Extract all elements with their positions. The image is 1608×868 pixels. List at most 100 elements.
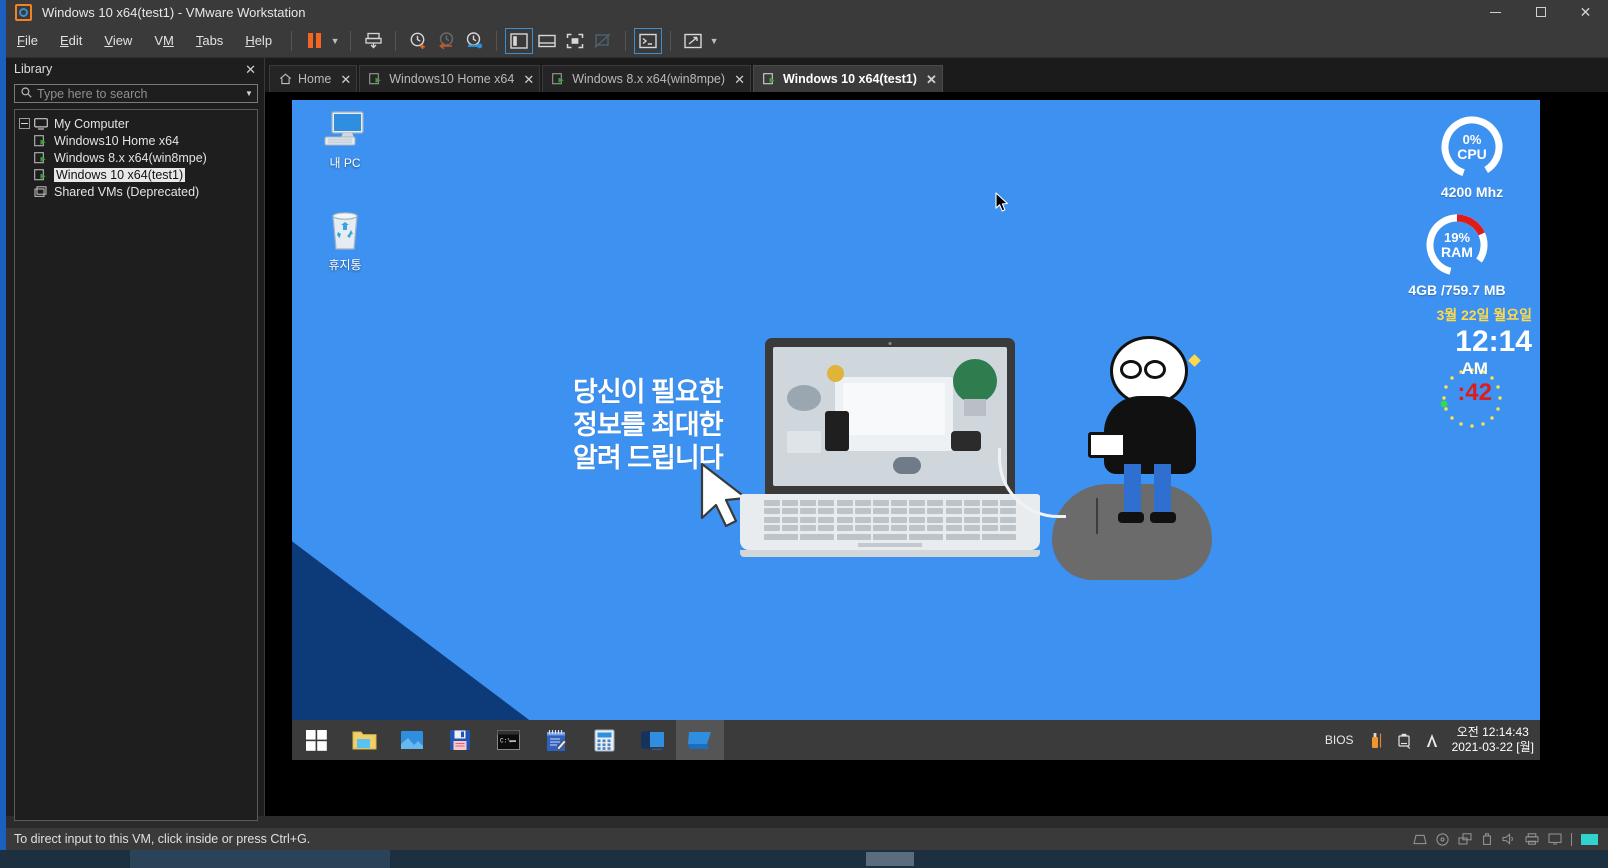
- cpu-name-label: CPU: [1457, 146, 1487, 162]
- tab-home[interactable]: Home ✕: [269, 65, 358, 92]
- tab-label: Home: [298, 72, 332, 86]
- show-thumbnail-bar-button[interactable]: [533, 28, 561, 54]
- send-ctrl-alt-del-button[interactable]: [359, 28, 387, 54]
- sound-icon[interactable]: [1502, 833, 1516, 845]
- taskbar-calculator[interactable]: [580, 720, 628, 760]
- suspend-button[interactable]: [300, 28, 328, 54]
- tab-close-button[interactable]: ✕: [926, 73, 937, 86]
- taskbar-file-explorer[interactable]: [340, 720, 388, 760]
- taskbar-remote-desktop[interactable]: [628, 720, 676, 760]
- chevron-down-icon: ▼: [709, 35, 719, 46]
- display-icon[interactable]: [1548, 833, 1562, 845]
- search-dropdown-button[interactable]: ▼: [241, 89, 257, 98]
- full-screen-button[interactable]: [561, 28, 589, 54]
- guest-taskbar: C:\ BIOS 오전 12:14:43 2021-03-22 [월]: [292, 720, 1540, 760]
- printer-icon[interactable]: [1525, 833, 1539, 845]
- taskbar-command-prompt[interactable]: C:\: [484, 720, 532, 760]
- tree-item-shared-vms[interactable]: Shared VMs (Deprecated): [19, 183, 253, 200]
- tree-item-windows10-home-x64[interactable]: Windows10 Home x64: [19, 132, 253, 149]
- network-icon[interactable]: [1458, 833, 1472, 845]
- ram-gadget[interactable]: 19% RAM 4GB /759.7 MB: [1382, 212, 1532, 298]
- console-view-button[interactable]: [634, 27, 663, 54]
- vm-console-viewport[interactable]: 당신이 필요한 정보를 최대한 알려 드립니다 내 PC 휴지통 0% CPU …: [265, 92, 1608, 816]
- tree-label: Windows 8.x x64(win8mpe): [54, 150, 207, 165]
- desktop-icon-recycle-bin[interactable]: 휴지통: [310, 210, 380, 273]
- notepad-icon: [547, 729, 567, 751]
- menu-tabs[interactable]: Tabs: [185, 29, 234, 52]
- close-button[interactable]: ✕: [1563, 0, 1608, 24]
- menu-vm[interactable]: VM: [143, 29, 185, 52]
- cd-dvd-icon[interactable]: [1436, 832, 1449, 846]
- taskbar-save[interactable]: [436, 720, 484, 760]
- calculator-icon: [594, 729, 614, 751]
- stretch-guest-button[interactable]: [679, 28, 707, 54]
- menu-file[interactable]: File: [6, 29, 49, 52]
- input-indicator-icon[interactable]: [1424, 732, 1440, 749]
- library-panel: Library ✕ ▼ My Computer: [6, 58, 265, 821]
- cpu-gadget[interactable]: 0% CPU 4200 Mhz: [1412, 114, 1532, 200]
- tab-windows10-home-x64[interactable]: Windows10 Home x64 ✕: [359, 65, 541, 92]
- toolbar-separator: [496, 30, 498, 51]
- guest-desktop[interactable]: 당신이 필요한 정보를 최대한 알려 드립니다 내 PC 휴지통 0% CPU …: [292, 100, 1540, 760]
- tree-item-windows-8x-x64-win8mpe[interactable]: Windows 8.x x64(win8mpe): [19, 149, 253, 166]
- collapse-toggle-icon[interactable]: [19, 118, 30, 129]
- maximize-button[interactable]: [1518, 0, 1563, 24]
- tab-close-button[interactable]: ✕: [523, 73, 534, 86]
- tab-close-button[interactable]: ✕: [340, 73, 351, 86]
- console-icon: [639, 33, 657, 48]
- tab-label: Windows 10 x64(test1): [782, 72, 917, 86]
- tree-item-windows-10-x64-test1[interactable]: Windows 10 x64(test1): [19, 166, 253, 183]
- tab-windows-8x-x64-win8mpe[interactable]: Windows 8.x x64(win8mpe) ✕: [542, 65, 751, 92]
- host-taskbar-item-secondary[interactable]: [866, 852, 914, 866]
- taskbar-vmware-tools[interactable]: [676, 720, 724, 760]
- tree-label-selected: Windows 10 x64(test1): [54, 167, 186, 182]
- show-library-button[interactable]: [505, 27, 534, 54]
- host-taskbar-item[interactable]: [130, 850, 390, 868]
- minimize-icon: [1490, 11, 1501, 13]
- removable-drive-icon[interactable]: [1396, 732, 1412, 749]
- shared-vms-icon: [34, 185, 50, 198]
- window-title: Windows 10 x64(test1) - VMware Workstati…: [42, 4, 306, 20]
- vm-powered-icon: [34, 168, 50, 181]
- message-log-icon[interactable]: [1581, 833, 1598, 845]
- tab-bar: Home ✕ Windows10 Home x64 ✕ Windows 8.x …: [265, 58, 1608, 92]
- search-input[interactable]: [37, 86, 241, 101]
- vm-powered-icon: [552, 73, 566, 85]
- usb-icon[interactable]: [1481, 832, 1493, 846]
- taskbar-photos[interactable]: [388, 720, 436, 760]
- ram-gauge: 19% RAM: [1424, 212, 1490, 278]
- tree-item-my-computer[interactable]: My Computer: [19, 115, 253, 132]
- library-header: Library ✕: [6, 58, 264, 80]
- menu-view[interactable]: View: [93, 29, 143, 52]
- tab-windows-10-x64-test1[interactable]: Windows 10 x64(test1) ✕: [752, 65, 943, 92]
- taskbar-notepad[interactable]: [532, 720, 580, 760]
- vmware-workstation-window: Windows 10 x64(test1) - VMware Workstati…: [0, 0, 1608, 868]
- stretch-dropdown-button[interactable]: ▼: [707, 28, 721, 54]
- tab-close-button[interactable]: ✕: [734, 73, 745, 86]
- clock-gadget[interactable]: 3월 22일 월요일 12:14 AM:42: [1322, 305, 1532, 431]
- unity-mode-button[interactable]: [589, 28, 617, 54]
- hard-disk-icon[interactable]: [1413, 834, 1427, 845]
- menu-help[interactable]: Help: [234, 29, 283, 52]
- wallpaper-line-2: 정보를 최대한: [573, 410, 724, 440]
- svg-text:C:\: C:\: [500, 738, 511, 745]
- revert-snapshot-button[interactable]: [432, 28, 460, 54]
- tab-label: Windows10 Home x64: [389, 72, 515, 86]
- wallpaper-laptop-illustration: [740, 338, 1040, 578]
- save-floppy-icon: [450, 730, 470, 750]
- usb-device-icon[interactable]: [1368, 732, 1384, 749]
- library-close-button[interactable]: ✕: [243, 63, 258, 76]
- manage-snapshots-button[interactable]: [460, 28, 488, 54]
- power-dropdown-button[interactable]: ▼: [328, 28, 342, 54]
- take-snapshot-button[interactable]: [404, 28, 432, 54]
- restore-icon: [1535, 7, 1546, 17]
- snapshot-revert-icon: [439, 31, 454, 49]
- library-search[interactable]: ▼: [14, 84, 258, 103]
- tray-clock[interactable]: 오전 12:14:43 2021-03-22 [월]: [1452, 725, 1534, 755]
- minimize-button[interactable]: [1473, 0, 1518, 24]
- desktop-icon-my-pc[interactable]: 내 PC: [310, 110, 380, 171]
- menu-edit[interactable]: Edit: [49, 29, 93, 52]
- vmware-tools-icon: [688, 732, 711, 749]
- start-button[interactable]: [292, 720, 340, 760]
- toolbar-separator: [625, 30, 627, 51]
